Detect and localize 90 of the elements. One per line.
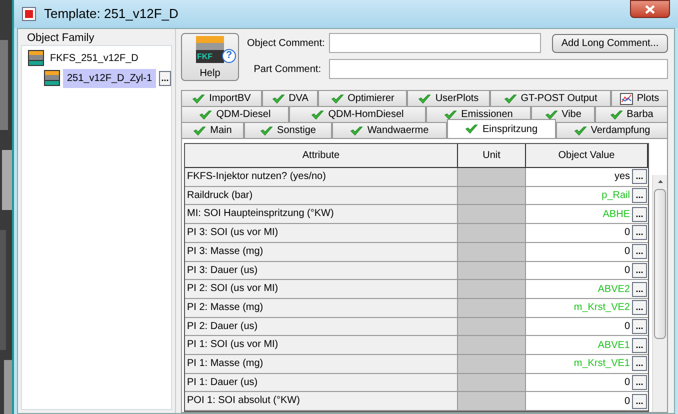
table-cell-text: m_Krst_VE1 (574, 357, 630, 372)
check-icon (193, 126, 206, 136)
help-button[interactable]: FKF ? Help (181, 33, 239, 81)
engine-icon (44, 70, 60, 86)
part-comment-field[interactable] (329, 59, 668, 79)
table-cell-text: ABVE1 (598, 338, 630, 353)
table-cell-text: 0 (624, 320, 630, 334)
table-cell-text: 0 (624, 245, 630, 260)
check-icon (444, 110, 458, 120)
column-header: Unit (458, 144, 526, 168)
tab[interactable]: Verdampfung (556, 122, 668, 138)
table-cell-text: m_Krst_VE2 (574, 301, 630, 316)
engine-icon (28, 50, 44, 66)
more-button[interactable]: ... (632, 169, 647, 184)
check-icon (272, 94, 285, 104)
table-cell: POI 1: SOI absolut (°KW) (185, 392, 458, 410)
more-button[interactable]: ... (632, 262, 647, 278)
tab[interactable]: Einspritzung (447, 119, 556, 138)
tab[interactable]: GT-POST Output (490, 90, 611, 106)
tab[interactable]: Optimierer (318, 90, 407, 106)
check-icon (199, 110, 212, 120)
table-cell-text: ABHE (602, 208, 630, 222)
table-cell: Raildruck (bar) (185, 186, 458, 204)
window-title: Template: 251_v12F_D (44, 5, 178, 24)
check-icon (574, 126, 587, 136)
tab[interactable]: QDM-Diesel (181, 106, 289, 122)
table-cell: PI 3: SOI (us vor MI) (185, 224, 458, 242)
table-cell-text: p_Rail (602, 189, 630, 204)
more-button[interactable]: ... (632, 244, 647, 260)
tab[interactable]: QDM-HomDiesel (289, 106, 426, 122)
check-icon (610, 110, 623, 120)
table-cell: PI 3: Masse (mg) (185, 242, 458, 260)
table-cell: MI: SOI Haupteinspritzung (°KW) (185, 205, 458, 224)
close-button[interactable] (630, 0, 670, 18)
check-icon (350, 126, 364, 136)
close-icon (645, 4, 655, 14)
check-icon (465, 124, 478, 134)
tab[interactable]: Plots (611, 90, 668, 106)
table-cell: FKFS-Injektor nutzen? (yes/no) (185, 168, 458, 186)
window-icon (22, 7, 36, 21)
tab[interactable]: Sonstige (244, 122, 332, 138)
tab[interactable]: UserPlots (407, 90, 490, 106)
object-comment-field[interactable] (329, 33, 541, 53)
question-badge: ? (222, 49, 236, 63)
check-icon (504, 94, 517, 104)
check-icon (330, 94, 344, 104)
table-cell: PI 3: Dauer (us) (185, 262, 458, 280)
scroll-thumb[interactable] (654, 189, 666, 339)
table-cell: PI 1: Dauer (us) (185, 374, 458, 392)
more-button[interactable]: ... (632, 338, 647, 353)
tab[interactable]: Main (181, 122, 244, 138)
more-button[interactable]: ... (632, 225, 647, 240)
tab[interactable]: DVA (262, 90, 318, 106)
tab[interactable]: ImportBV (181, 90, 262, 106)
table-cell: PI 1: SOI (us vor MI) (185, 336, 458, 354)
tree-item[interactable]: 251_v12F_D_Zyl-1 (63, 68, 156, 88)
more-button[interactable]: ... (632, 318, 647, 334)
more-button[interactable]: ... (632, 374, 647, 390)
tab[interactable]: Wandwaerme (332, 122, 447, 138)
check-icon (311, 110, 324, 120)
more-button[interactable]: ... (632, 356, 647, 372)
table-cell-text: 0 (624, 376, 630, 390)
more-button[interactable]: ... (159, 70, 171, 86)
tab[interactable]: Vibe (531, 106, 595, 122)
scrollbar[interactable] (652, 175, 667, 412)
more-button[interactable]: ... (632, 300, 647, 316)
more-button[interactable]: ... (632, 188, 647, 204)
column-header: Object Value (526, 144, 648, 168)
check-icon (260, 126, 274, 136)
group-label: Object Family (27, 32, 96, 45)
table-cell-text: 0 (624, 394, 630, 409)
more-button[interactable]: ... (632, 394, 647, 409)
table-cell: PI 2: Dauer (us) (185, 318, 458, 336)
table-cell-text: 0 (624, 226, 630, 240)
check-icon (418, 94, 432, 104)
table-cell-text: ABVE2 (598, 282, 630, 297)
field-label: Part Comment: (252, 62, 321, 76)
add-long-comment-button[interactable]: Add Long Comment... (552, 34, 668, 52)
table-cell-text: yes (614, 170, 630, 184)
chart-icon (620, 92, 633, 104)
table-cell: PI 2: SOI (us vor MI) (185, 280, 458, 298)
tab[interactable]: Barba (595, 106, 668, 122)
column-header: Attribute (185, 144, 458, 168)
more-button[interactable]: ... (632, 206, 647, 222)
more-button[interactable]: ... (632, 282, 647, 297)
table-cell: PI 1: Masse (mg) (185, 354, 458, 373)
table-cell-text: 0 (624, 264, 630, 278)
tree-item[interactable]: FKFS_251_v12F_D (48, 50, 140, 66)
check-icon (192, 94, 206, 104)
table-cell: PI 2: Masse (mg) (185, 298, 458, 317)
